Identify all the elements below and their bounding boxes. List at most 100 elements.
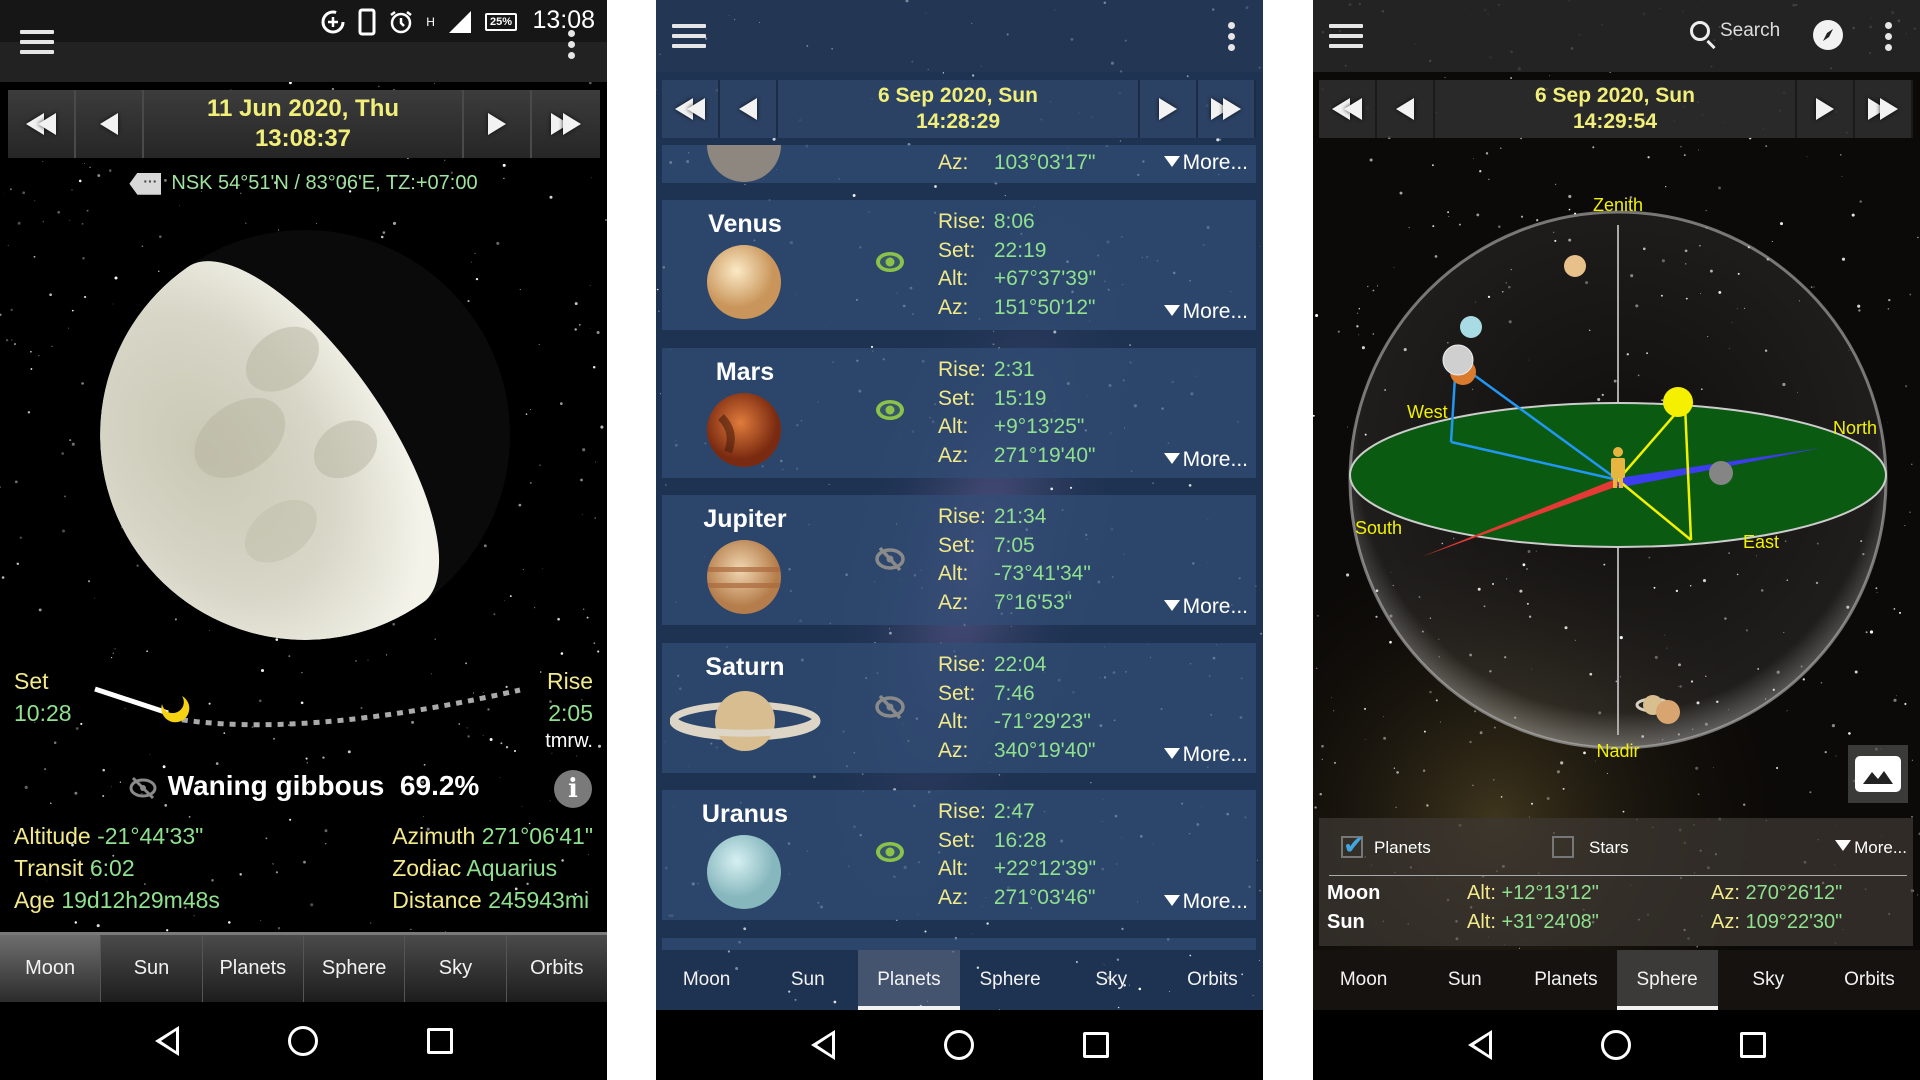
planet-card-saturn[interactable]: Saturn Rise: 22:04 Set: 7:46 Alt: -71°29'23… (662, 643, 1256, 773)
tab-sphere[interactable]: Sphere (302, 935, 404, 1002)
alt-value: +12°13'12" (1501, 882, 1599, 904)
more-button[interactable]: More... (1163, 300, 1248, 324)
star (934, 185, 937, 188)
more-button[interactable]: More... (1163, 151, 1248, 175)
location-info[interactable]: ··· NSK 54°51'N / 83°06'E, TZ:+07:00 (0, 172, 607, 195)
bottom-tab-bar: Moon Sun Planets Sphere Sky Orbits (1313, 950, 1920, 1010)
home-icon[interactable] (287, 1026, 318, 1056)
more-button[interactable]: More... (1163, 448, 1248, 472)
fast-rewind-button[interactable] (8, 90, 76, 158)
menu-icon[interactable] (1329, 24, 1363, 48)
date-time-display[interactable]: 6 Sep 2020, Sun 14:28:29 (778, 80, 1140, 138)
recent-apps-icon[interactable] (1739, 1032, 1766, 1058)
az-row: Az: 7°16'53" (938, 589, 1091, 618)
step-back-button[interactable] (720, 80, 778, 138)
tab-sky[interactable]: Sky (1718, 950, 1819, 1010)
info-button[interactable]: i (554, 770, 592, 808)
visible-eye-icon[interactable] (874, 398, 906, 427)
visible-eye-icon[interactable] (874, 840, 906, 869)
sun-marker[interactable] (1663, 387, 1693, 417)
partial-values: Az: 103°03'17" (938, 149, 1095, 178)
fast-rewind-button[interactable] (662, 80, 720, 138)
uranus-marker[interactable] (1460, 316, 1482, 338)
stars-checkbox[interactable] (1552, 836, 1574, 858)
battery-indicator: 25% (484, 13, 517, 31)
planet-card-mercury-partial[interactable]: Az: 103°03'17" More... (662, 145, 1256, 183)
visibility-off-icon[interactable] (128, 775, 158, 801)
tab-planets[interactable]: Planets (858, 950, 960, 1010)
planet-card-uranus[interactable]: Uranus Rise: 2:47 Set: 16:28 Alt: +22°12'39… (662, 790, 1256, 920)
visible-eye-icon[interactable] (874, 250, 906, 279)
tab-orbits[interactable]: Orbits (505, 935, 607, 1002)
overflow-menu-icon[interactable] (1226, 22, 1236, 52)
tab-moon[interactable]: Moon (1313, 950, 1414, 1010)
more-button[interactable]: More... (1163, 743, 1248, 767)
tab-sun[interactable]: Sun (1414, 950, 1515, 1010)
overflow-menu-icon[interactable] (1883, 22, 1893, 52)
more-button[interactable]: More... (1163, 890, 1248, 914)
star (423, 816, 425, 818)
date-time-display[interactable]: 11 Jun 2020, Thu 13:08:37 (144, 90, 464, 158)
compass-icon[interactable] (1813, 20, 1843, 50)
star (10, 308, 13, 311)
star (53, 741, 57, 744)
moon-marker[interactable] (1442, 344, 1474, 376)
back-icon[interactable] (154, 1026, 179, 1056)
tab-sky[interactable]: Sky (1061, 950, 1162, 1010)
fast-forward-icon-part (1223, 98, 1241, 120)
mercury-marker[interactable] (1709, 461, 1733, 485)
celestial-sphere-view[interactable]: Zenith Nadir West North South East (1313, 150, 1920, 770)
planet-values: Rise: 21:34 Set: 7:05 Alt: -73°41'34" Az: 7… (938, 503, 1091, 617)
fast-forward-button[interactable] (1855, 80, 1913, 138)
step-forward-button[interactable] (1140, 80, 1198, 138)
menu-icon[interactable] (672, 24, 706, 48)
star (971, 932, 973, 934)
menu-icon[interactable] (20, 30, 54, 54)
not-visible-eye-icon[interactable] (874, 693, 906, 726)
more-label: More... (1182, 151, 1248, 174)
tab-sky[interactable]: Sky (404, 935, 505, 1002)
planet-card-venus[interactable]: Venus Rise: 8:06 Set: 22:19 Alt: +67°37'39"… (662, 200, 1256, 330)
star (529, 481, 532, 484)
date-time-display[interactable]: 6 Sep 2020, Sun 14:29:54 (1435, 80, 1797, 138)
not-visible-eye-icon[interactable] (874, 545, 906, 578)
overflow-menu-icon[interactable] (566, 30, 576, 60)
tab-planets[interactable]: Planets (201, 935, 303, 1002)
tab-orbits[interactable]: Orbits (1162, 950, 1263, 1010)
planets-checkbox[interactable] (1341, 830, 1365, 861)
fast-forward-button[interactable] (532, 90, 600, 158)
step-forward-button[interactable] (1797, 80, 1855, 138)
tab-sphere[interactable]: Sphere (1616, 950, 1718, 1010)
tab-sphere[interactable]: Sphere (960, 950, 1061, 1010)
tab-moon[interactable]: Moon (0, 935, 101, 1002)
fast-rewind-button[interactable] (1319, 80, 1377, 138)
more-button[interactable]: More... (1163, 595, 1248, 619)
background-image-toggle[interactable] (1848, 745, 1908, 803)
planet-card-jupiter[interactable]: Jupiter Rise: 21:34 Set: 7:05 Alt: -73°41'3… (662, 495, 1256, 625)
tab-planets[interactable]: Planets (1515, 950, 1616, 1010)
recent-apps-icon[interactable] (426, 1028, 453, 1054)
back-icon[interactable] (1467, 1030, 1492, 1060)
more-options-button[interactable]: More... (1835, 838, 1907, 858)
tab-orbits[interactable]: Orbits (1819, 950, 1920, 1010)
tab-moon[interactable]: Moon (656, 950, 757, 1010)
phase-name: Waning gibbous (167, 770, 385, 801)
step-back-button[interactable] (1377, 80, 1435, 138)
app-toolbar (656, 0, 1263, 72)
search-button[interactable]: Search (1690, 20, 1780, 42)
planet-card-mars[interactable]: Mars Rise: 2:31 Set: 15:19 Alt: +9°13'25" Az… (662, 348, 1256, 478)
star (33, 255, 36, 258)
fast-forward-button[interactable] (1198, 80, 1256, 138)
step-back-button[interactable] (76, 90, 144, 158)
step-forward-button[interactable] (464, 90, 532, 158)
tab-sun[interactable]: Sun (757, 950, 858, 1010)
recent-apps-icon[interactable] (1082, 1032, 1109, 1058)
home-icon[interactable] (1600, 1030, 1631, 1060)
home-icon[interactable] (943, 1030, 974, 1060)
venus-marker[interactable] (1564, 255, 1586, 277)
moon-screen: H 25% 13:08 11 Jun 2020, Thu 13:08:37 ··… (0, 0, 607, 1080)
set-row: Set: 16:28 (938, 827, 1096, 856)
tab-sun[interactable]: Sun (100, 935, 201, 1002)
back-icon[interactable] (810, 1030, 835, 1060)
jupiter-marker[interactable] (1656, 700, 1680, 724)
